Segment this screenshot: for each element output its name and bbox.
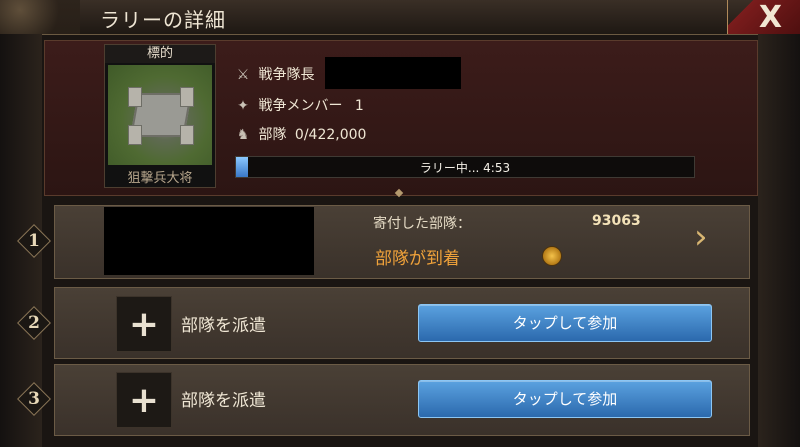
close-button[interactable]: X bbox=[727, 0, 800, 35]
member-avatar-redacted bbox=[104, 207, 314, 275]
troops-icon: ♞ bbox=[236, 127, 250, 143]
troops-row: ♞ 部隊 0/422,000 bbox=[232, 124, 367, 150]
add-troops-button[interactable]: + bbox=[116, 372, 172, 428]
slot-number: 3 bbox=[28, 389, 40, 409]
close-icon: X bbox=[758, 0, 782, 35]
leader-label: 戦争隊長 bbox=[258, 67, 315, 83]
slot-number: 1 bbox=[28, 231, 40, 251]
add-troops-button[interactable]: + bbox=[116, 296, 172, 352]
members-label: 戦争メンバー bbox=[258, 98, 343, 114]
arrival-status: 部隊が到着 bbox=[375, 249, 460, 269]
target-name: 狙撃兵大将 bbox=[127, 171, 193, 186]
progress-text: ラリー中... 4:53 bbox=[419, 161, 511, 175]
members-icon: ✦ bbox=[237, 98, 249, 114]
troops-value: 0/422,000 bbox=[294, 127, 367, 143]
leader-row: ⚔ 戦争隊長 bbox=[232, 64, 315, 90]
emblem-icon bbox=[0, 0, 80, 34]
right-border bbox=[758, 34, 800, 447]
slot-number: 2 bbox=[28, 313, 40, 333]
donated-troops-value: 93063 bbox=[592, 213, 641, 229]
helmet-icon bbox=[542, 246, 562, 266]
page-title: ラリーの詳細 bbox=[100, 8, 226, 32]
dispatch-label: 部隊を派遣 bbox=[181, 316, 266, 336]
join-button[interactable]: タップして参加 bbox=[418, 380, 712, 418]
leader-name-redacted bbox=[325, 57, 461, 89]
join-button[interactable]: タップして参加 bbox=[418, 304, 712, 342]
rally-progress-bar: ラリー中... 4:53 bbox=[235, 156, 695, 178]
chevron-right-icon[interactable]: › bbox=[694, 220, 708, 254]
plus-icon: + bbox=[128, 304, 160, 345]
troops-label: 部隊 bbox=[258, 127, 287, 143]
members-row: ✦ 戦争メンバー 1 bbox=[232, 95, 364, 121]
header-bar: ラリーの詳細 bbox=[0, 0, 800, 35]
members-count: 1 bbox=[354, 98, 364, 114]
sword-icon: ⚔ bbox=[236, 67, 250, 83]
plus-icon: + bbox=[128, 380, 160, 421]
target-label: 標的 bbox=[105, 45, 215, 63]
castle-image bbox=[108, 65, 212, 165]
donated-troops-label: 寄付した部隊： bbox=[373, 216, 471, 232]
target-card[interactable]: 標的 狙撃兵大将 bbox=[104, 44, 216, 188]
dispatch-label: 部隊を派遣 bbox=[181, 391, 266, 411]
